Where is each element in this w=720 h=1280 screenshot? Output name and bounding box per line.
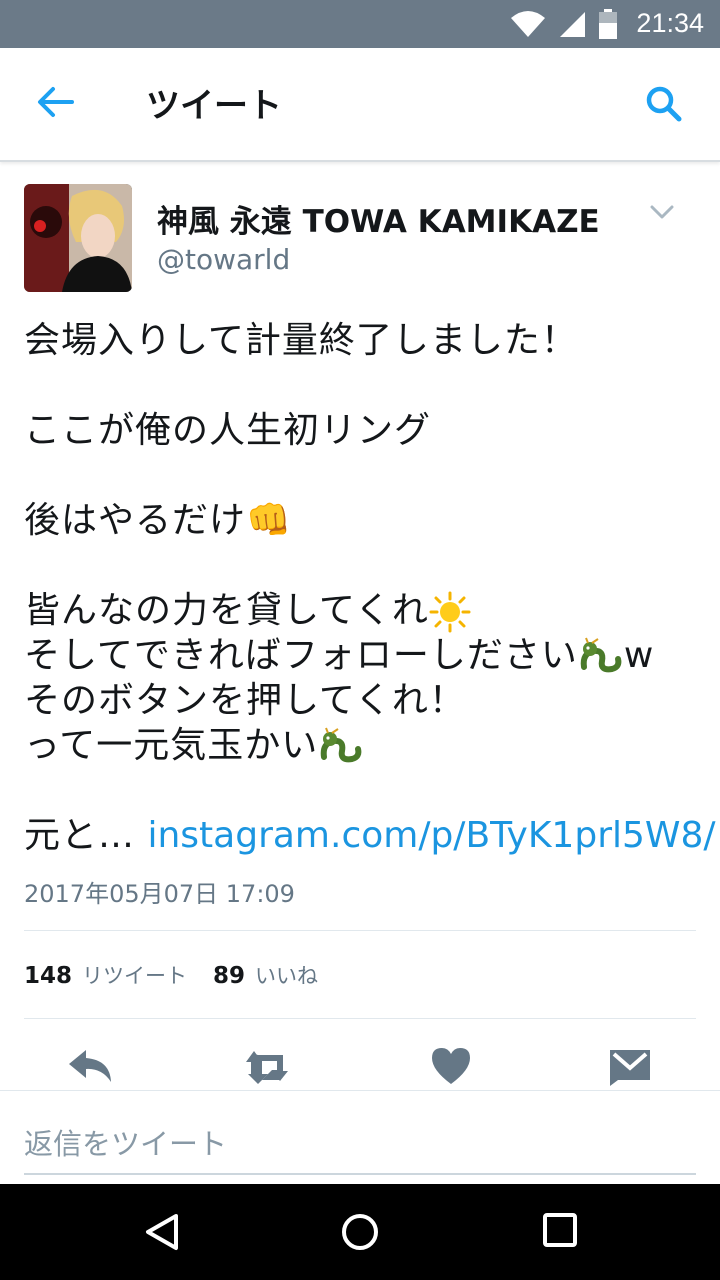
- sun-emoji: [429, 591, 471, 633]
- divider: [24, 1018, 696, 1019]
- tweet-line: 会場入りして計量終了しました！: [24, 320, 578, 361]
- status-icons: [510, 9, 618, 39]
- retweet-icon[interactable]: [244, 1046, 298, 1086]
- tweet-line: そのボタンを押してくれ！: [24, 680, 466, 721]
- tweet-line-suffix: w: [623, 635, 655, 676]
- tweet-line-text: 皆んなの力を貸してくれ: [24, 590, 429, 631]
- recents-square-icon[interactable]: [542, 1212, 578, 1248]
- chevron-down-icon[interactable]: [650, 204, 674, 220]
- tweet-stats: 148 リツイート 89 いいね: [24, 960, 344, 990]
- retweet-label[interactable]: リツイート: [82, 960, 187, 990]
- tweet-line: って一元気玉かい: [24, 723, 704, 768]
- like-count[interactable]: 89: [213, 963, 245, 989]
- status-bar: 21:34: [0, 0, 720, 48]
- avatar-image: [24, 184, 132, 292]
- dragon-emoji: [320, 727, 362, 763]
- retweet-count[interactable]: 148: [24, 963, 72, 989]
- tweet-line: 元と… instagram.com/p/BTyK1prl5W8/: [24, 813, 716, 858]
- reply-icon[interactable]: [66, 1046, 114, 1086]
- tweet-line-text: そしてできればフォローしださい: [24, 635, 578, 676]
- nav-bar: [0, 1184, 720, 1280]
- tweet-line: ここが俺の人生初リング: [24, 410, 432, 451]
- page-title: ツイート: [146, 86, 282, 126]
- author-name[interactable]: 神風 永遠 TOWA KAMIKAZE: [157, 196, 600, 241]
- status-time: 21:34: [636, 8, 704, 38]
- back-triangle-icon[interactable]: [142, 1212, 182, 1252]
- home-circle-icon[interactable]: [340, 1212, 380, 1252]
- reply-input[interactable]: 返信をツイート: [24, 1121, 227, 1163]
- tweet-line: 後はやるだけ👊: [24, 500, 292, 541]
- reply-composer[interactable]: 返信をツイート: [0, 1090, 720, 1185]
- tweet-timestamp: 2017年05月07日 17:09: [24, 880, 295, 908]
- arrow-left-icon[interactable]: [36, 86, 74, 118]
- heart-icon[interactable]: [430, 1046, 472, 1086]
- like-label[interactable]: いいね: [255, 960, 318, 990]
- tweet-line-text: 元と…: [24, 815, 136, 856]
- dragon-emoji: [580, 637, 622, 673]
- divider: [24, 930, 696, 931]
- direct-message-icon[interactable]: [608, 1046, 652, 1086]
- tweet-text: 会場入りして計量終了しました！ ここが俺の人生初リング 後はやるだけ👊 皆んなの…: [24, 318, 716, 858]
- avatar[interactable]: [24, 184, 132, 292]
- app-bar: ツイート: [0, 48, 720, 162]
- wifi-icon: [511, 11, 545, 37]
- signal-icon: [560, 12, 585, 37]
- tweet-line: そしてできればフォローしださい w: [24, 633, 704, 678]
- battery-icon: [599, 9, 617, 39]
- tweet-line: 皆んなの力を貸してくれ: [24, 588, 704, 633]
- reply-underline: [24, 1173, 696, 1175]
- tweet-line-text: って一元気玉かい: [24, 725, 319, 766]
- author-handle[interactable]: @towarld: [157, 243, 290, 276]
- search-icon[interactable]: [644, 84, 684, 124]
- tweet-link[interactable]: instagram.com/p/BTyK1prl5W8/: [147, 815, 715, 856]
- action-bar: [0, 1046, 720, 1090]
